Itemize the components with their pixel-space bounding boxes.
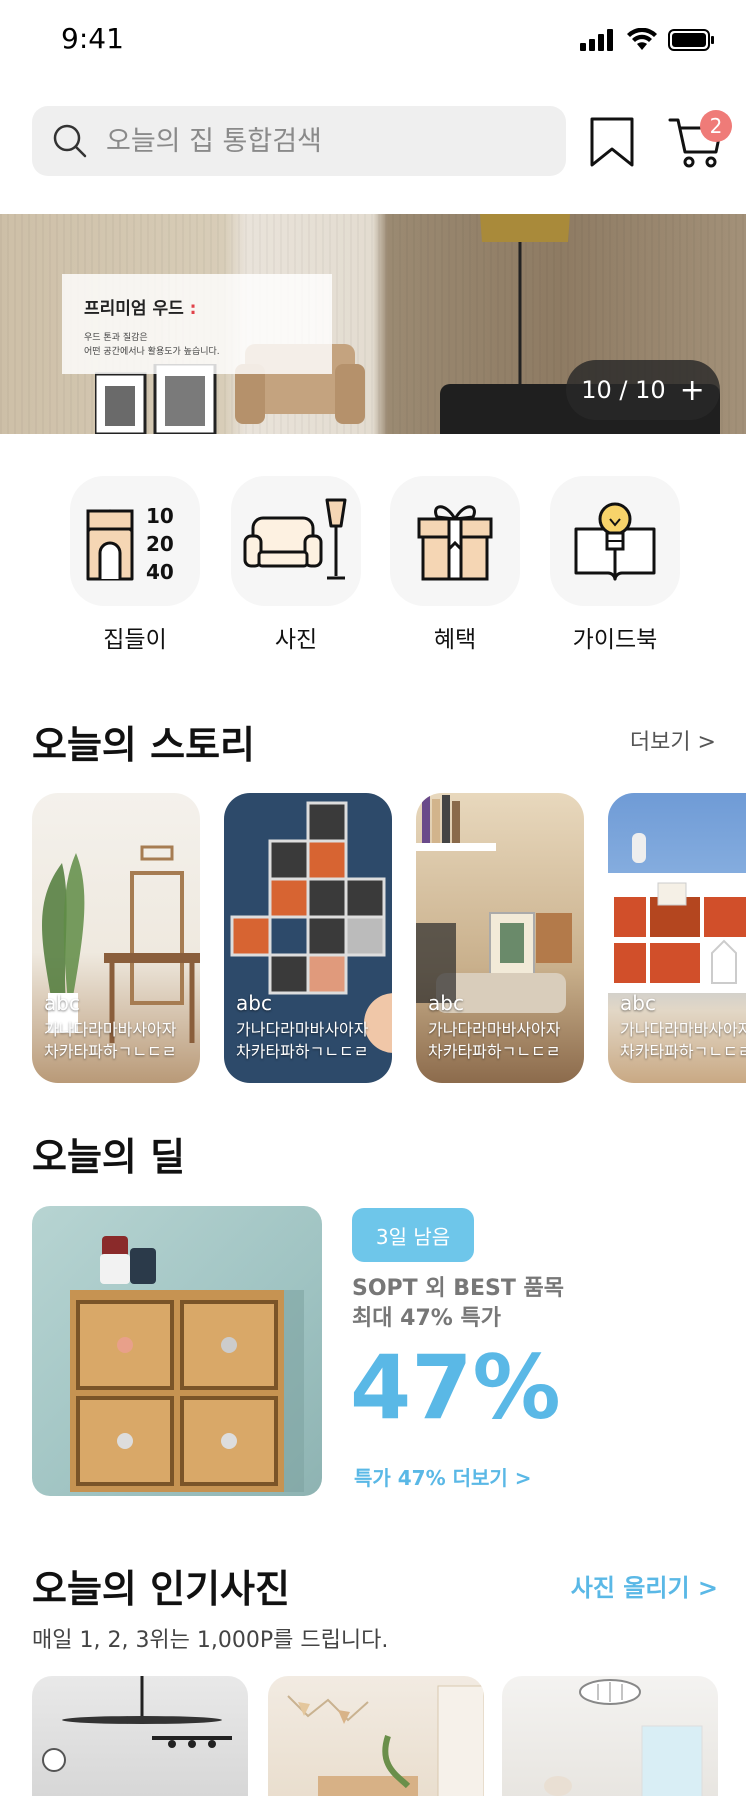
story-text: 가나다라마바사아자 차카타파하ㄱㄴㄷㄹ: [44, 1020, 177, 1061]
deal-more-link[interactable]: 특가 47% 더보기 >: [354, 1462, 532, 1491]
frames-image: [95, 364, 217, 434]
story-card[interactable]: abc 가나다라마바사아자 차카타파하ㄱㄴㄷㄹ: [416, 793, 584, 1083]
bookmark-icon[interactable]: [588, 116, 636, 168]
popular-photo[interactable]: [32, 1676, 248, 1796]
category-label: 사진: [274, 627, 318, 653]
book-bulb-icon: [574, 502, 656, 581]
bedroom-image: [544, 1679, 703, 1796]
deal-product-image[interactable]: [32, 1206, 322, 1496]
banner-title: 프리미엄 우드 :: [84, 299, 197, 319]
story-tag: abc: [620, 991, 656, 1015]
status-time: 9:41: [61, 22, 124, 55]
search-icon: [53, 124, 87, 158]
house-icon: 10 20 40: [86, 504, 174, 584]
bunting-room-image: [287, 1685, 484, 1796]
popular-subtitle: 매일 1, 2, 3위는 1,000P를 드립니다.: [32, 1628, 389, 1653]
signal-icon: [580, 29, 613, 51]
search-bar[interactable]: [32, 106, 566, 176]
category-guidebook[interactable]: 가이드북: [550, 476, 680, 654]
ceiling-fan-image: [42, 1676, 232, 1772]
category-label: 혜택: [433, 627, 477, 653]
story-tag: abc: [428, 991, 464, 1015]
story-section-title: 오늘의 스토리: [32, 723, 255, 767]
deal-description: SOPT 외 BEST 품목 최대 47% 특가: [352, 1276, 565, 1331]
popular-photo[interactable]: [502, 1676, 718, 1796]
story-more-link[interactable]: 더보기 >: [630, 724, 716, 756]
category-label: 집들이: [103, 627, 167, 653]
gift-icon: [417, 505, 493, 581]
banner-counter: 10 / 10: [581, 376, 666, 404]
wifi-icon: [627, 28, 657, 50]
plus-icon: +: [679, 372, 705, 408]
deal-remaining-badge: 3일 남음: [352, 1208, 474, 1262]
svg-text:10: 10: [146, 504, 174, 528]
category-benefit[interactable]: 혜택: [390, 476, 520, 654]
story-text: 가나다라마바사아자 차카타파하ㄱㄴㄷㄹ: [236, 1020, 369, 1061]
deal-discount-percent: 47%: [350, 1336, 561, 1439]
cart-count-badge: 2: [700, 110, 732, 142]
sofa-lamp-icon: [243, 498, 347, 580]
popular-photo[interactable]: [268, 1676, 484, 1796]
banner-desc: 우드 톤과 질감은 어떤 공간에서나 활용도가 높습니다.: [84, 333, 220, 357]
story-text: 가나다라마바사아자 차카타파하ㄱㄴㄷㄹ: [428, 1020, 561, 1061]
popular-section-title: 오늘의 인기사진: [32, 1567, 290, 1611]
category-photo[interactable]: 사진: [231, 476, 361, 654]
banner-caption: 프리미엄 우드 : 우드 톤과 질감은 어떤 공간에서나 활용도가 높습니다.: [62, 274, 332, 374]
category-housewarming[interactable]: 10 20 40 집들이: [70, 476, 200, 654]
svg-text:20: 20: [146, 532, 174, 556]
svg-text:40: 40: [146, 560, 174, 584]
story-text: 가나다라마바사아자 차카타파하ㄱㄴㄷㄹ: [620, 1020, 746, 1061]
upload-photo-link[interactable]: 사진 올리기 >: [571, 1568, 718, 1603]
deal-section-title: 오늘의 딜: [32, 1135, 186, 1179]
story-card[interactable]: abc 가나다라마바사아자 차카타파하ㄱㄴㄷㄹ: [224, 793, 392, 1083]
drawer-cabinet-image: [70, 1236, 304, 1492]
story-tag: abc: [236, 991, 272, 1015]
search-input[interactable]: [106, 125, 526, 157]
category-label: 가이드북: [572, 627, 658, 653]
status-icons: [580, 28, 716, 52]
story-card[interactable]: abc 가나다라마바사아자 차카타파하ㄱㄴㄷㄹ: [32, 793, 200, 1083]
banner-counter-button[interactable]: 10 / 10 +: [566, 360, 720, 420]
story-tag: abc: [44, 991, 80, 1015]
story-card[interactable]: abc 가나다라마바사아자 차카타파하ㄱㄴㄷㄹ: [608, 793, 746, 1083]
battery-icon: [668, 29, 714, 51]
